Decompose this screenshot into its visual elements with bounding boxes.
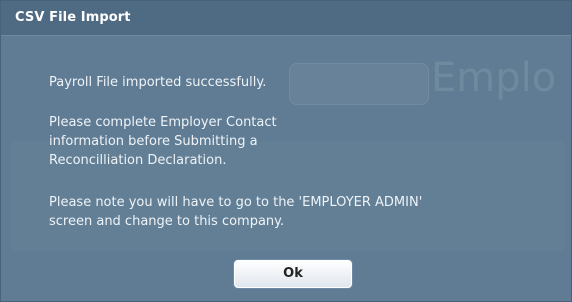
background-button-shape	[289, 63, 429, 105]
background-heading-shape: Emplo	[431, 55, 557, 101]
dialog-title: CSV File Import	[15, 10, 131, 25]
csv-import-dialog: Emplo CSV File Import Payroll File impor…	[0, 0, 572, 302]
employer-admin-note: Please note you will have to go to the '…	[49, 195, 423, 229]
import-success-message: Payroll File imported successfully.	[49, 75, 267, 90]
dialog-titlebar: CSV File Import	[1, 1, 571, 36]
employer-contact-message: Please complete Employer Contact informa…	[49, 115, 277, 168]
ok-button[interactable]: Ok	[233, 259, 353, 289]
